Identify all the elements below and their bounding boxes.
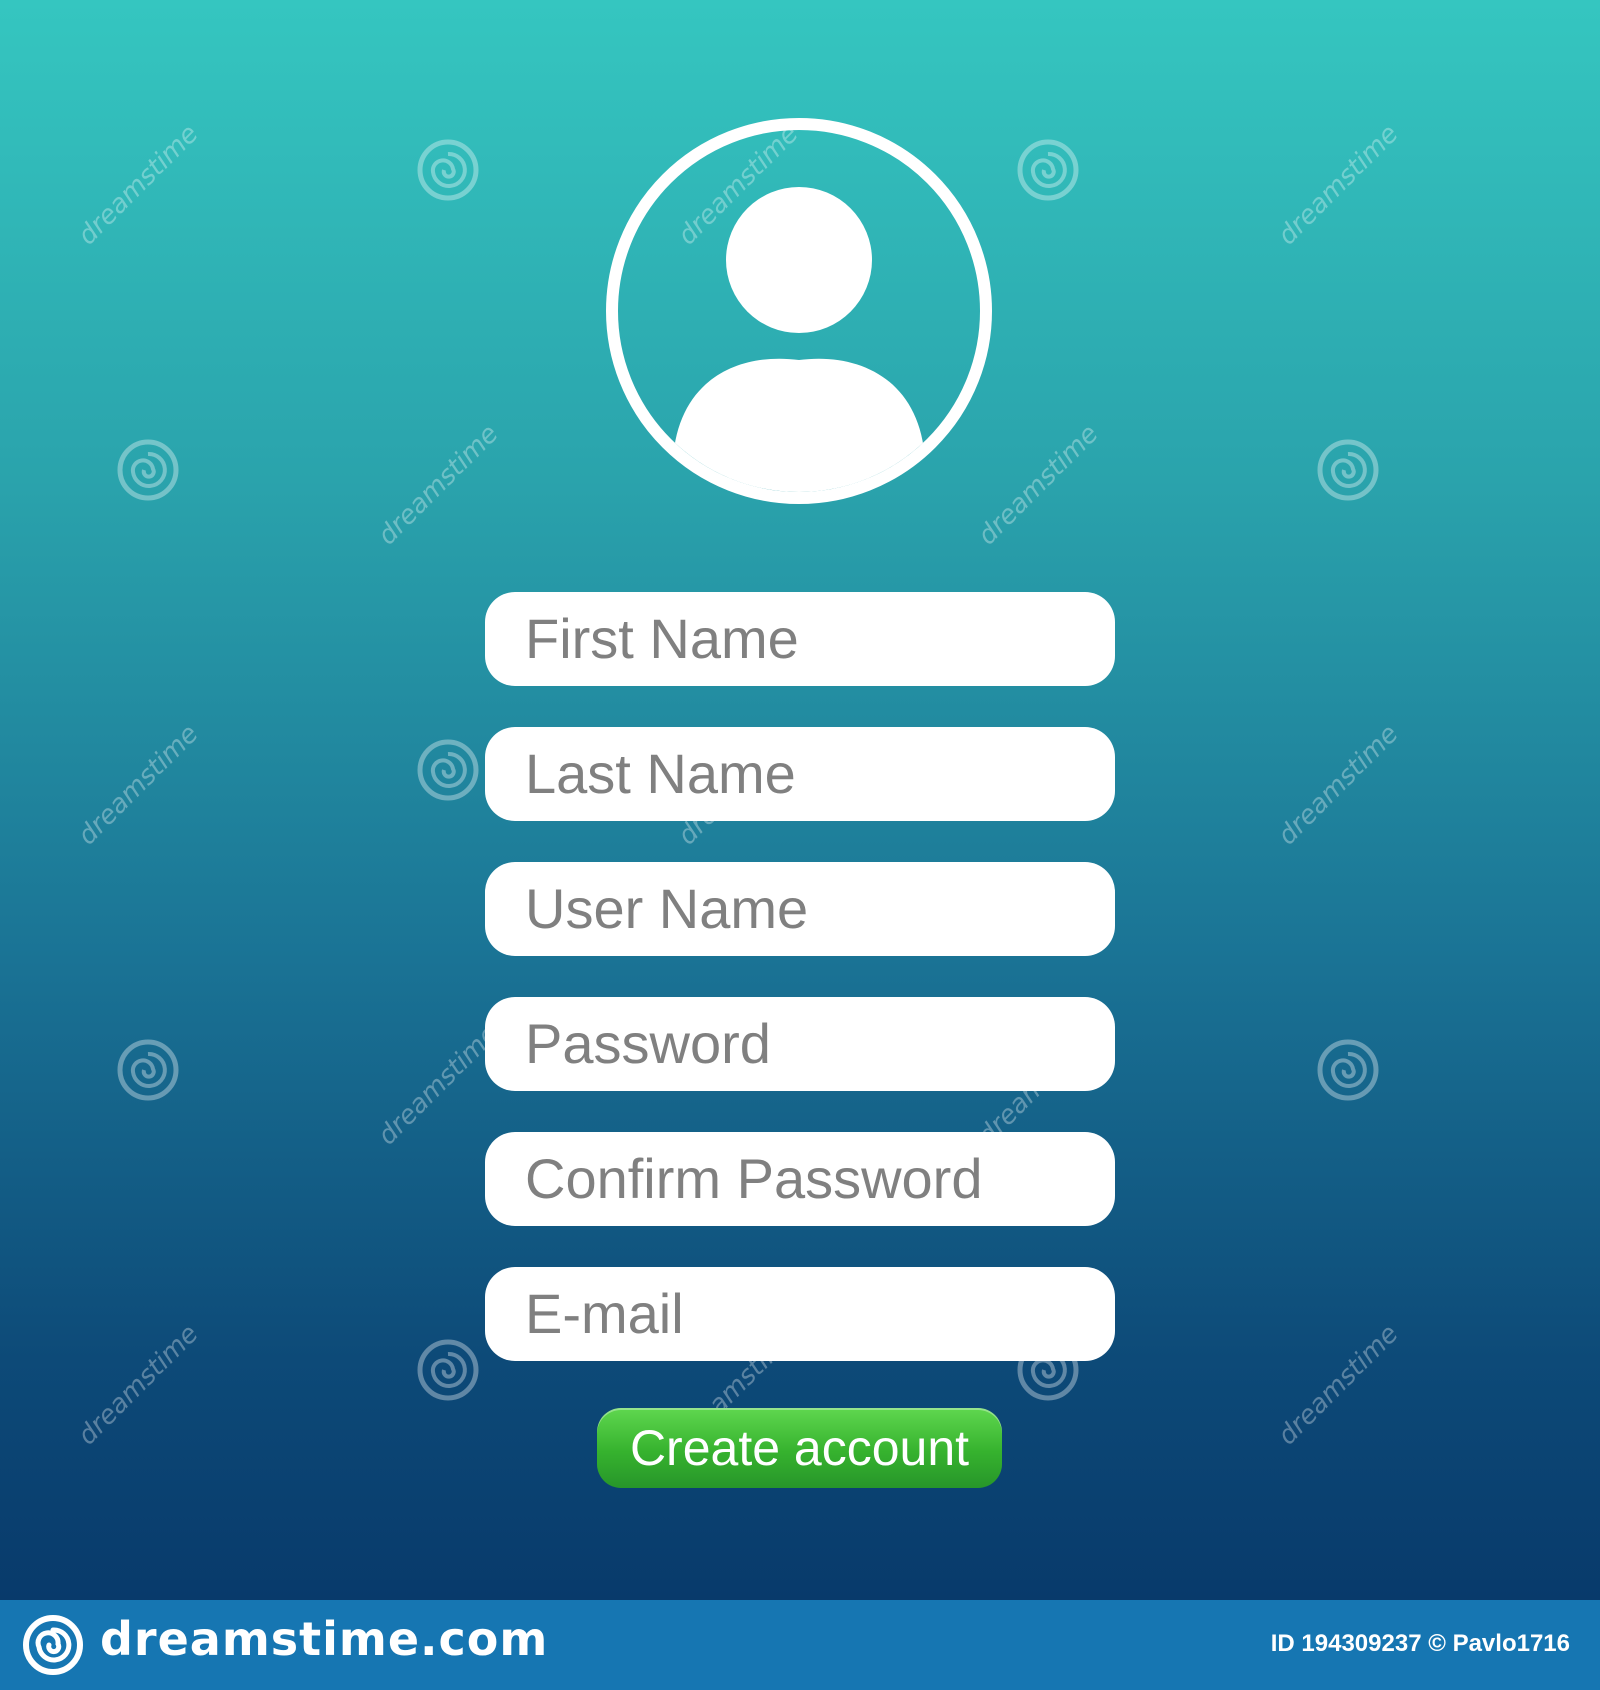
watermark-swirl-icon <box>117 1039 179 1101</box>
user-avatar-icon <box>606 118 992 504</box>
watermark-swirl-icon <box>1317 1039 1379 1101</box>
password-field[interactable] <box>485 997 1115 1091</box>
last-name-field[interactable] <box>485 727 1115 821</box>
watermark-footer-bar: dreamstime.com ID 194309237 © Pavlo1716 <box>0 1600 1600 1690</box>
first-name-field[interactable] <box>485 592 1115 686</box>
watermark-swirl-icon <box>417 739 479 801</box>
dreamstime-swirl-icon <box>23 1615 83 1675</box>
watermark-text: dreamstime <box>972 418 1105 552</box>
watermark-text: dreamstime <box>72 718 205 852</box>
watermark-text: dreamstime <box>372 418 505 552</box>
watermark-swirl-icon <box>417 139 479 201</box>
watermark-brand-text: dreamstime.com <box>100 1612 549 1666</box>
watermark-text: dreamstime <box>1272 118 1405 252</box>
user-name-field[interactable] <box>485 862 1115 956</box>
watermark-swirl-icon <box>417 1339 479 1401</box>
watermark-text: dreamstime <box>72 1318 205 1452</box>
user-silhouette-icon <box>673 187 925 492</box>
image-id-credit: ID 194309237 © Pavlo1716 <box>1270 1630 1570 1657</box>
watermark-text: dreamstime <box>1272 1318 1405 1452</box>
email-field[interactable] <box>485 1267 1115 1361</box>
create-account-button[interactable]: Create account <box>597 1408 1002 1488</box>
watermark-text: dreamstime <box>72 118 205 252</box>
watermark-swirl-icon <box>117 439 179 501</box>
registration-screen: dreamstime dreamstime dreamstime dreamstime… <box>0 0 1600 1600</box>
watermark-swirl-icon <box>1317 439 1379 501</box>
confirm-password-field[interactable] <box>485 1132 1115 1226</box>
watermark-text: dreamstime <box>1272 718 1405 852</box>
watermark-swirl-icon <box>1017 139 1079 201</box>
